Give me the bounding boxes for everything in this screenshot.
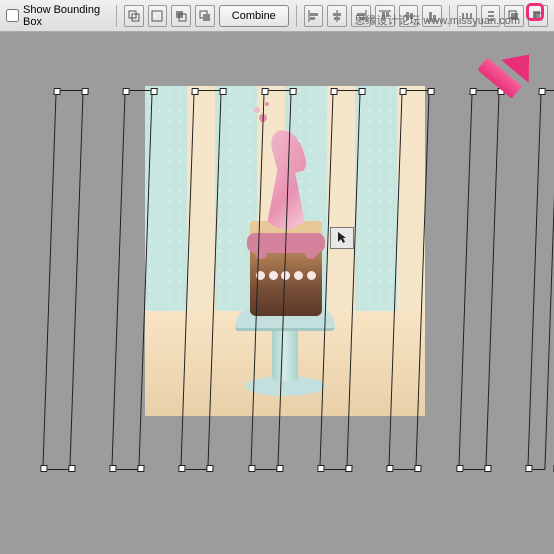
watermark-text: 思缘设计论坛 www.missyuan.com [354, 12, 520, 28]
align-left-icon[interactable] [304, 5, 324, 27]
vector-path-stripe[interactable] [458, 90, 499, 470]
show-bounding-box-option[interactable]: Show Bounding Box [6, 4, 109, 28]
callout-arrow-icon [468, 52, 540, 92]
show-bounding-box-label: Show Bounding Box [23, 4, 109, 28]
combine-button[interactable]: Combine [219, 5, 289, 27]
vector-path-stripe[interactable] [527, 90, 554, 470]
path-operation-4-icon[interactable] [195, 5, 215, 27]
align-center-h-icon[interactable] [327, 5, 347, 27]
toolbar-divider [296, 5, 297, 27]
path-operation-3-icon[interactable] [171, 5, 191, 27]
canvas-workspace[interactable] [0, 32, 554, 554]
vector-path-stripe[interactable] [42, 90, 83, 470]
path-operation-2-icon[interactable] [148, 5, 168, 27]
show-bounding-box-checkbox[interactable] [6, 9, 19, 22]
toolbar-divider [116, 5, 117, 27]
highlight-box [526, 3, 544, 21]
path-operation-1-icon[interactable] [124, 5, 144, 27]
